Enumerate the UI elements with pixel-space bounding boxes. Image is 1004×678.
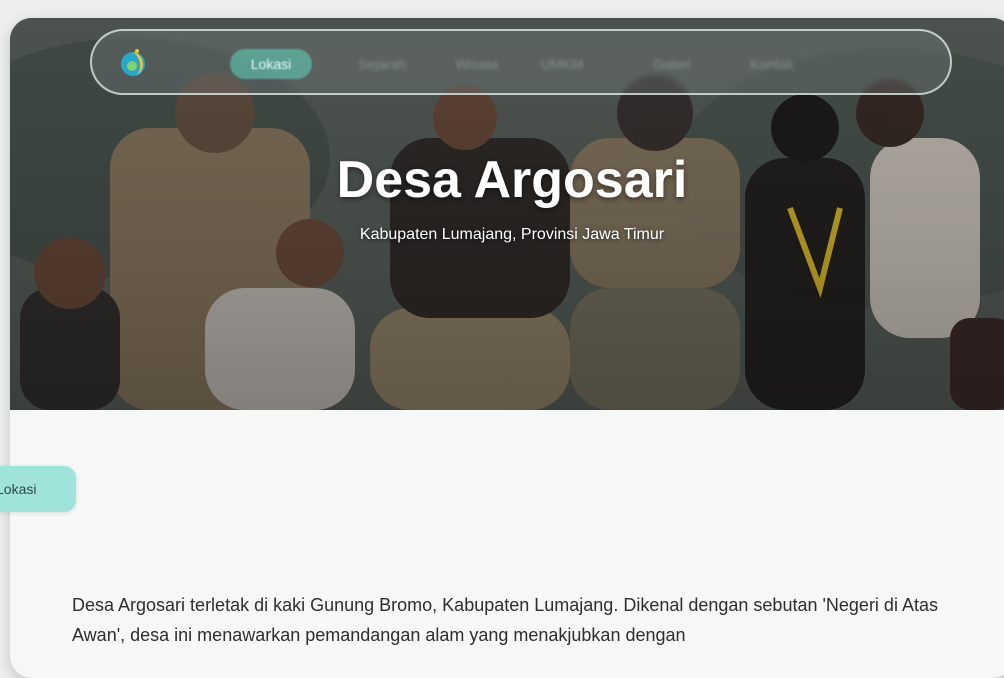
nav-item-wisata[interactable]: Wisata [442,49,512,79]
top-navbar: Lokasi Sejarah Wisata UMKM Galeri Kontak [90,29,952,95]
nav-item-galeri[interactable]: Galeri [637,49,707,79]
page-card: Lokasi Sejarah Wisata UMKM Galeri Kontak… [10,18,1004,678]
content-paragraph: Desa Argosari terletak di kaki Gunung Br… [72,595,938,645]
nav-item-kontak[interactable]: Kontak [737,49,807,79]
nav-item-umkm[interactable]: UMKM [532,49,592,79]
page-subtitle: Kabupaten Lumajang, Provinsi Jawa Timur [359,226,665,243]
page-title: Desa Argosari [336,151,688,209]
side-tab-label: Lokasi [0,481,37,497]
hero-section: Lokasi Sejarah Wisata UMKM Galeri Kontak… [10,18,1004,410]
nav-item-lokasi[interactable]: Lokasi [230,49,312,79]
nav-item-sejarah[interactable]: Sejarah [342,49,422,79]
village-logo-icon[interactable] [116,45,152,81]
side-tab-lokasi[interactable]: Lokasi [0,466,76,512]
